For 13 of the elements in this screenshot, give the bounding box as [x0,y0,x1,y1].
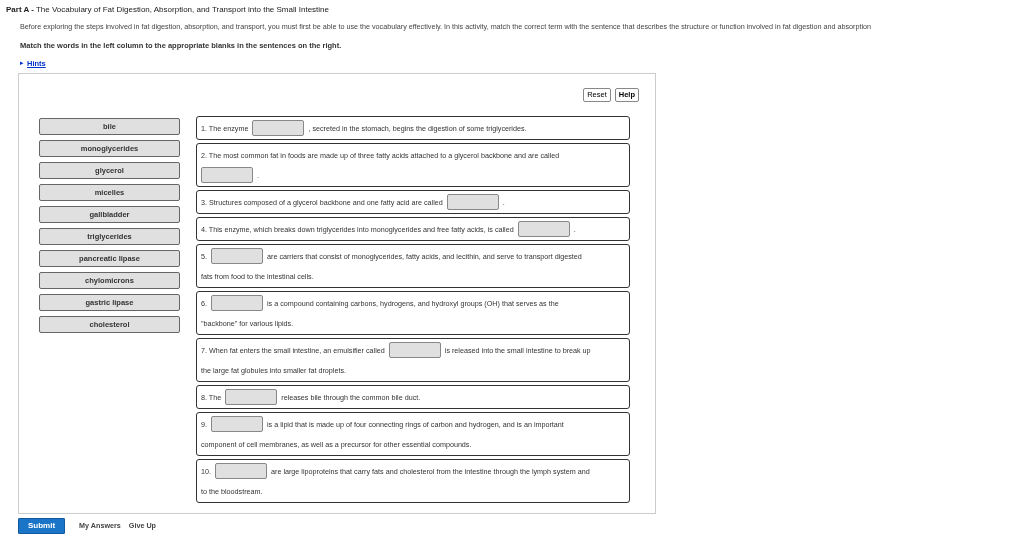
blank-field[interactable] [252,120,305,137]
blank-field[interactable] [201,167,253,184]
blank-field[interactable] [211,416,263,433]
blank-field[interactable] [517,221,570,238]
submit-button[interactable]: Submit [18,518,66,535]
blank-field[interactable] [225,389,278,406]
part-title: The Vocabulary of Fat Digestion, Absorption, and Transport into the Small Intestine [35,5,329,14]
blank-field[interactable] [211,248,263,265]
blank-field[interactable] [211,295,263,312]
blank-field[interactable] [388,342,441,359]
blank-field[interactable] [215,463,267,480]
blank-field[interactable] [446,194,499,211]
part-label: Part A - [6,5,34,14]
